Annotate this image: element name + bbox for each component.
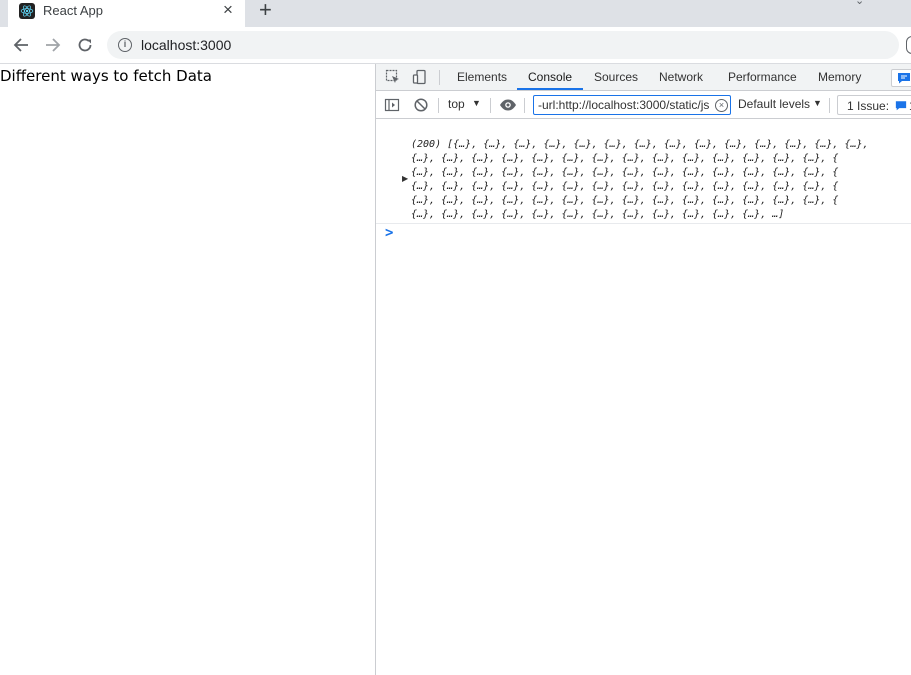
browser-toolbar: i localhost:3000 [0,27,911,64]
address-url[interactable]: localhost:3000 [141,37,231,53]
messages-button[interactable] [891,69,911,87]
divider [829,98,830,113]
tab-memory[interactable]: Memory [818,70,861,84]
issues-button[interactable]: 1 Issue: 1 [837,95,911,115]
tab-performance[interactable]: Performance [728,70,797,84]
filter-value: -url:http://localhost:3000/static/js [538,98,710,112]
clear-filter-icon[interactable]: × [715,99,728,112]
log-line: {…}, {…}, {…}, {…}, {…}, {…}, {…}, {…}, … [411,153,839,164]
tab-console[interactable]: Console [528,70,572,84]
divider [524,98,525,113]
react-logo-icon [19,3,35,19]
log-message: (200) [{…}, {…}, {…}, {…}, {…}, {…}, {…}… [411,138,869,222]
tab-network[interactable]: Network [659,70,703,84]
log-line: {…}, {…}, {…}, {…}, {…}, {…}, {…}, {…}, … [411,209,785,220]
browser-tab[interactable]: React App × [8,0,245,27]
log-line: {…}, {…}, {…}, {…}, {…}, {…}, {…}, {…}, … [411,195,839,206]
log-line: {…}, {…}, {…}, {…}, {…}, {…}, {…}, {…}, … [411,167,839,178]
profile-icon[interactable] [906,36,911,54]
devtools-tab-bar: Elements Console Sources Network Perform… [376,64,911,91]
issues-label: 1 Issue: [847,99,890,113]
log-line: (200) [{…}, {…}, {…}, {…}, {…}, {…}, {…}… [411,139,869,150]
reload-icon[interactable] [74,34,96,56]
context-select[interactable]: top [448,97,465,111]
issues-message-icon [895,101,907,111]
tab-strip: React App × + ⌄ [0,0,911,27]
chevron-down-icon: ▼ [813,98,822,108]
forward-icon[interactable] [42,34,64,56]
divider [490,98,491,113]
devtools-panel: Elements Console Sources Network Perform… [375,64,911,675]
divider [439,70,440,85]
info-icon[interactable]: i [118,38,132,52]
console-output: ▶ (200) [{…}, {…}, {…}, {…}, {…}, {…}, {… [376,119,911,675]
clear-console-icon[interactable] [413,97,429,113]
tab-elements[interactable]: Elements [457,70,507,84]
console-log-entry[interactable]: ▶ (200) [{…}, {…}, {…}, {…}, {…}, {…}, {… [376,134,911,224]
new-tab-button[interactable]: + [259,0,272,21]
divider [438,98,439,113]
device-toolbar-icon[interactable] [412,69,428,85]
console-prompt[interactable]: > [385,225,393,241]
log-line: {…}, {…}, {…}, {…}, {…}, {…}, {…}, {…}, … [411,181,839,192]
close-icon[interactable]: × [223,1,233,18]
console-toolbar: top ▼ -url:http://localhost:3000/static/… [376,91,911,119]
inspect-element-icon[interactable] [385,69,401,85]
back-icon[interactable] [10,34,32,56]
tab-search-icon[interactable]: ⌄ [855,0,864,7]
console-filter-input[interactable]: -url:http://localhost:3000/static/js × [533,95,731,115]
page-heading: Different ways to fetch Data [0,67,212,85]
chevron-down-icon: ▼ [472,98,481,108]
expand-triangle-icon[interactable]: ▶ [402,174,408,183]
page-viewport: Different ways to fetch Data [0,64,375,675]
log-levels-select[interactable]: Default levels [738,97,810,111]
sidebar-toggle-icon[interactable] [384,97,400,113]
tab-title: React App [43,3,103,18]
eye-icon[interactable] [499,97,516,113]
address-bar[interactable]: i localhost:3000 [107,31,899,59]
active-tab-indicator [517,88,583,90]
tab-sources[interactable]: Sources [594,70,638,84]
